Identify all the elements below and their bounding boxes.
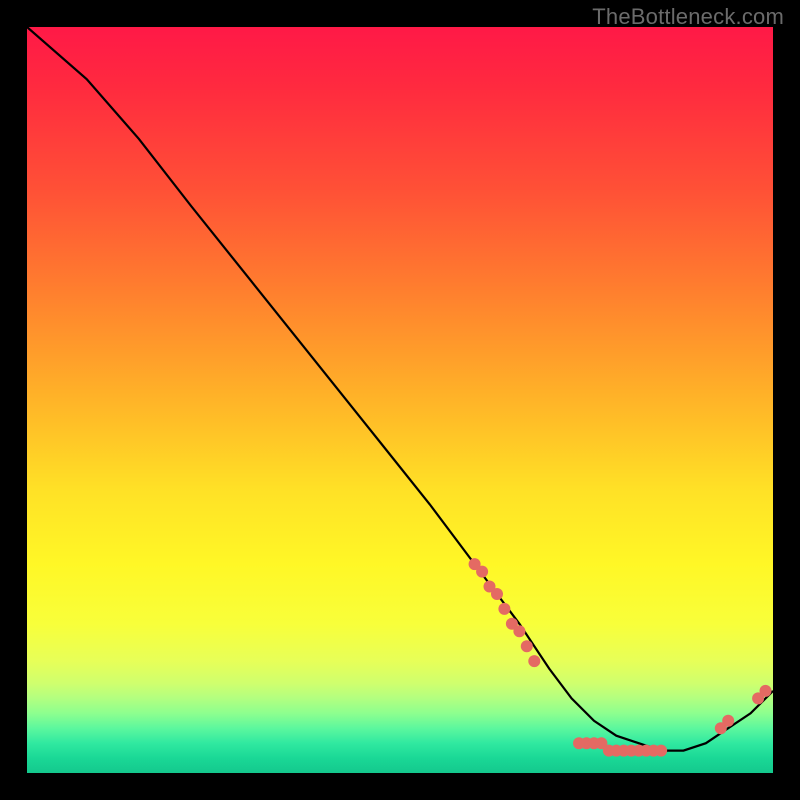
highlight-dots-group [469,558,772,757]
highlight-dot [521,640,533,652]
watermark-text: TheBottleneck.com [592,4,784,30]
chart-overlay [27,27,773,773]
bottleneck-curve [27,27,773,751]
highlight-dot [476,566,488,578]
highlight-dot [528,655,540,667]
highlight-dot [655,745,667,757]
highlight-dot [722,715,734,727]
chart-container: TheBottleneck.com [0,0,800,800]
highlight-dot [513,625,525,637]
highlight-dot [498,603,510,615]
highlight-dot [491,588,503,600]
highlight-dot [760,685,772,697]
